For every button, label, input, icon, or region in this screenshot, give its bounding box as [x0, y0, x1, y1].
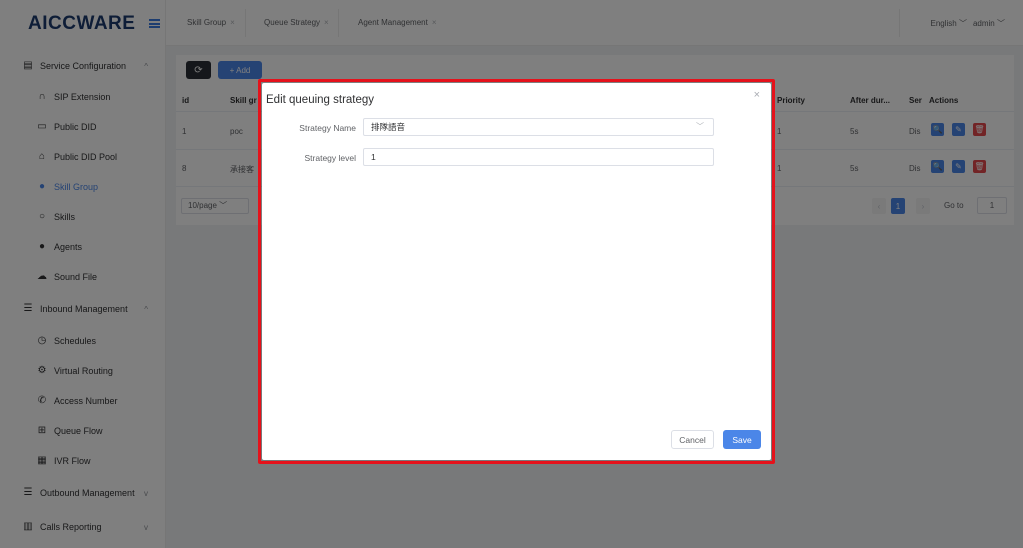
dialog-title: Edit queuing strategy [266, 94, 375, 106]
chevron-down-icon: ﹀ [696, 122, 704, 131]
strategy-name-select[interactable]: 排隊語音 ﹀ [363, 118, 714, 136]
strategy-name-label: Strategy Name [299, 123, 356, 133]
edit-queuing-strategy-dialog: Edit queuing strategy × Strategy Name 排隊… [262, 83, 771, 460]
strategy-level-input[interactable]: 1 [363, 148, 714, 166]
save-button[interactable]: Save [723, 430, 761, 449]
strategy-level-label: Strategy level [304, 153, 357, 163]
close-icon[interactable]: × [754, 89, 760, 101]
cancel-button[interactable]: Cancel [671, 430, 714, 449]
